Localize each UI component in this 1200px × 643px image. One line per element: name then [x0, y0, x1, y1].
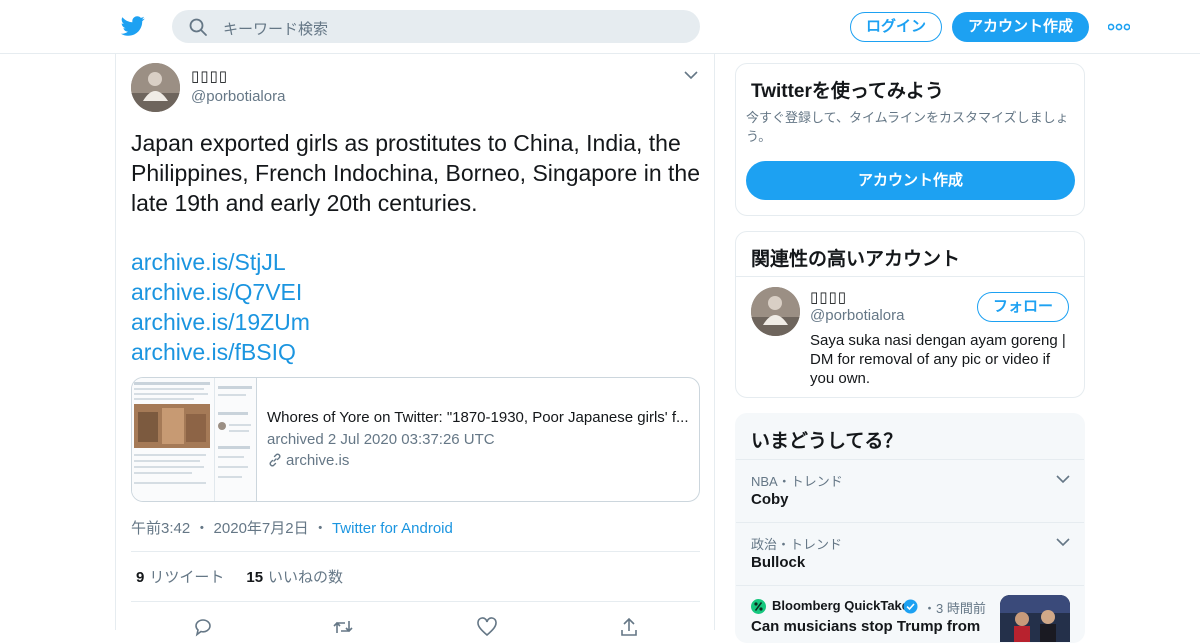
- card-title: Whores of Yore on Twitter: "1870-1930, P…: [267, 409, 689, 426]
- panel-title: 関連性の高いアカウント: [751, 249, 961, 270]
- verified-badge-icon: [903, 599, 918, 614]
- link-icon: [269, 453, 281, 467]
- news-time: ・3 時間前: [923, 601, 986, 616]
- retweet-stat[interactable]: 9 リツイート: [136, 569, 224, 586]
- avatar[interactable]: [131, 63, 180, 112]
- news-item[interactable]: Bloomberg QuickTake ・3 時間前 Can musicians…: [736, 585, 1084, 642]
- link-preview-card[interactable]: Whores of Yore on Twitter: "1870-1930, P…: [131, 377, 700, 502]
- divider: [131, 551, 700, 552]
- news-source: Bloomberg QuickTake: [772, 598, 910, 613]
- card-description: archived 2 Jul 2020 03:37:26 UTC: [267, 431, 495, 448]
- tweet-column: ▯▯▯▯ @porbotialora Japan exported girls …: [115, 54, 715, 637]
- user-bio: Saya suka nasi dengan ayam goreng | DM f…: [810, 332, 1066, 387]
- tweet-link[interactable]: archive.is/19ZUm: [131, 307, 310, 337]
- panel-title: いまどうしてる？: [751, 431, 903, 452]
- panel-title: Twitterを使ってみよう: [751, 81, 944, 102]
- like-label: いいねの数: [268, 569, 344, 586]
- trend-item[interactable]: 政治・トレンド Bullock: [736, 522, 1084, 585]
- tweet-source[interactable]: Twitter for Android: [332, 520, 453, 537]
- search-input[interactable]: キーワード検索: [223, 18, 328, 39]
- divider: [131, 601, 700, 602]
- quicktake-logo-icon: [751, 599, 766, 614]
- top-bar: キーワード検索 ログイン アカウント作成: [0, 0, 1200, 54]
- search-icon: [189, 18, 207, 36]
- tweet-stats: 9 リツイート 15 いいねの数: [136, 566, 343, 587]
- display-name[interactable]: ▯▯▯▯: [191, 67, 228, 85]
- chevron-down-icon[interactable]: [684, 70, 698, 80]
- reply-icon[interactable]: [192, 616, 214, 638]
- tweet-link[interactable]: archive.is/fBSIQ: [131, 337, 310, 367]
- user-handle[interactable]: @porbotialora: [191, 88, 285, 105]
- card-domain-text: archive.is: [286, 452, 350, 469]
- chevron-down-icon[interactable]: [1056, 537, 1070, 547]
- chevron-down-icon[interactable]: [1056, 474, 1070, 484]
- panel-signup-button[interactable]: アカウント作成: [746, 161, 1075, 200]
- more-dots-icon[interactable]: [1108, 23, 1130, 31]
- tweet-link[interactable]: archive.is/Q7VEI: [131, 277, 310, 307]
- display-name[interactable]: ▯▯▯▯: [810, 288, 847, 306]
- retweet-label: リツイート: [149, 569, 225, 586]
- card-thumbnail: [132, 378, 257, 501]
- tweet-text: Japan exported girls as prostitutes to C…: [131, 130, 700, 216]
- like-icon[interactable]: [476, 616, 498, 638]
- follow-button[interactable]: フォロー: [977, 292, 1069, 322]
- like-stat[interactable]: 15 いいねの数: [246, 569, 343, 586]
- share-icon[interactable]: [618, 616, 640, 638]
- news-thumbnail: [1000, 595, 1070, 642]
- like-count: 15: [246, 569, 264, 586]
- trends-panel: いまどうしてる？ NBA・トレンド Coby 政治・トレンド Bullock B…: [735, 413, 1085, 643]
- tweet-time[interactable]: 午前3:42: [131, 520, 190, 537]
- trend-context: 政治・トレンド: [751, 537, 843, 552]
- retweet-icon[interactable]: [332, 616, 354, 638]
- tweet-link[interactable]: archive.is/StjJL: [131, 247, 310, 277]
- trend-name: Bullock: [751, 554, 806, 571]
- related-accounts-panel: 関連性の高いアカウント ▯▯▯▯ @porbotialora フォロー Saya…: [735, 231, 1085, 398]
- trend-item[interactable]: NBA・トレンド Coby: [736, 459, 1084, 522]
- tweet-meta: 午前3:42 ・ 2020年7月2日 ・ Twitter for Android: [131, 520, 453, 537]
- news-time-text: 3 時間前: [936, 601, 986, 616]
- tweet-links: archive.is/StjJL archive.is/Q7VEI archiv…: [131, 247, 310, 367]
- login-button[interactable]: ログイン: [850, 12, 942, 42]
- retweet-count: 9: [136, 569, 145, 586]
- news-headline: Can musicians stop Trump from: [751, 618, 981, 635]
- signup-button[interactable]: アカウント作成: [952, 12, 1089, 42]
- divider: [736, 276, 1084, 277]
- search-bar[interactable]: キーワード検索: [172, 10, 700, 43]
- trend-context: NBA・トレンド: [751, 474, 843, 489]
- panel-description: 今すぐ登録して、タイムラインをカスタマイズしましょう。: [746, 110, 1069, 144]
- avatar[interactable]: [751, 287, 800, 336]
- card-domain: archive.is: [267, 452, 349, 469]
- signup-panel: Twitterを使ってみよう 今すぐ登録して、タイムラインをカスタマイズしましょ…: [735, 63, 1085, 216]
- twitter-bird-icon[interactable]: [120, 14, 146, 38]
- tweet-date[interactable]: 2020年7月2日: [214, 520, 309, 537]
- trend-name: Coby: [751, 491, 789, 508]
- user-handle[interactable]: @porbotialora: [810, 307, 904, 324]
